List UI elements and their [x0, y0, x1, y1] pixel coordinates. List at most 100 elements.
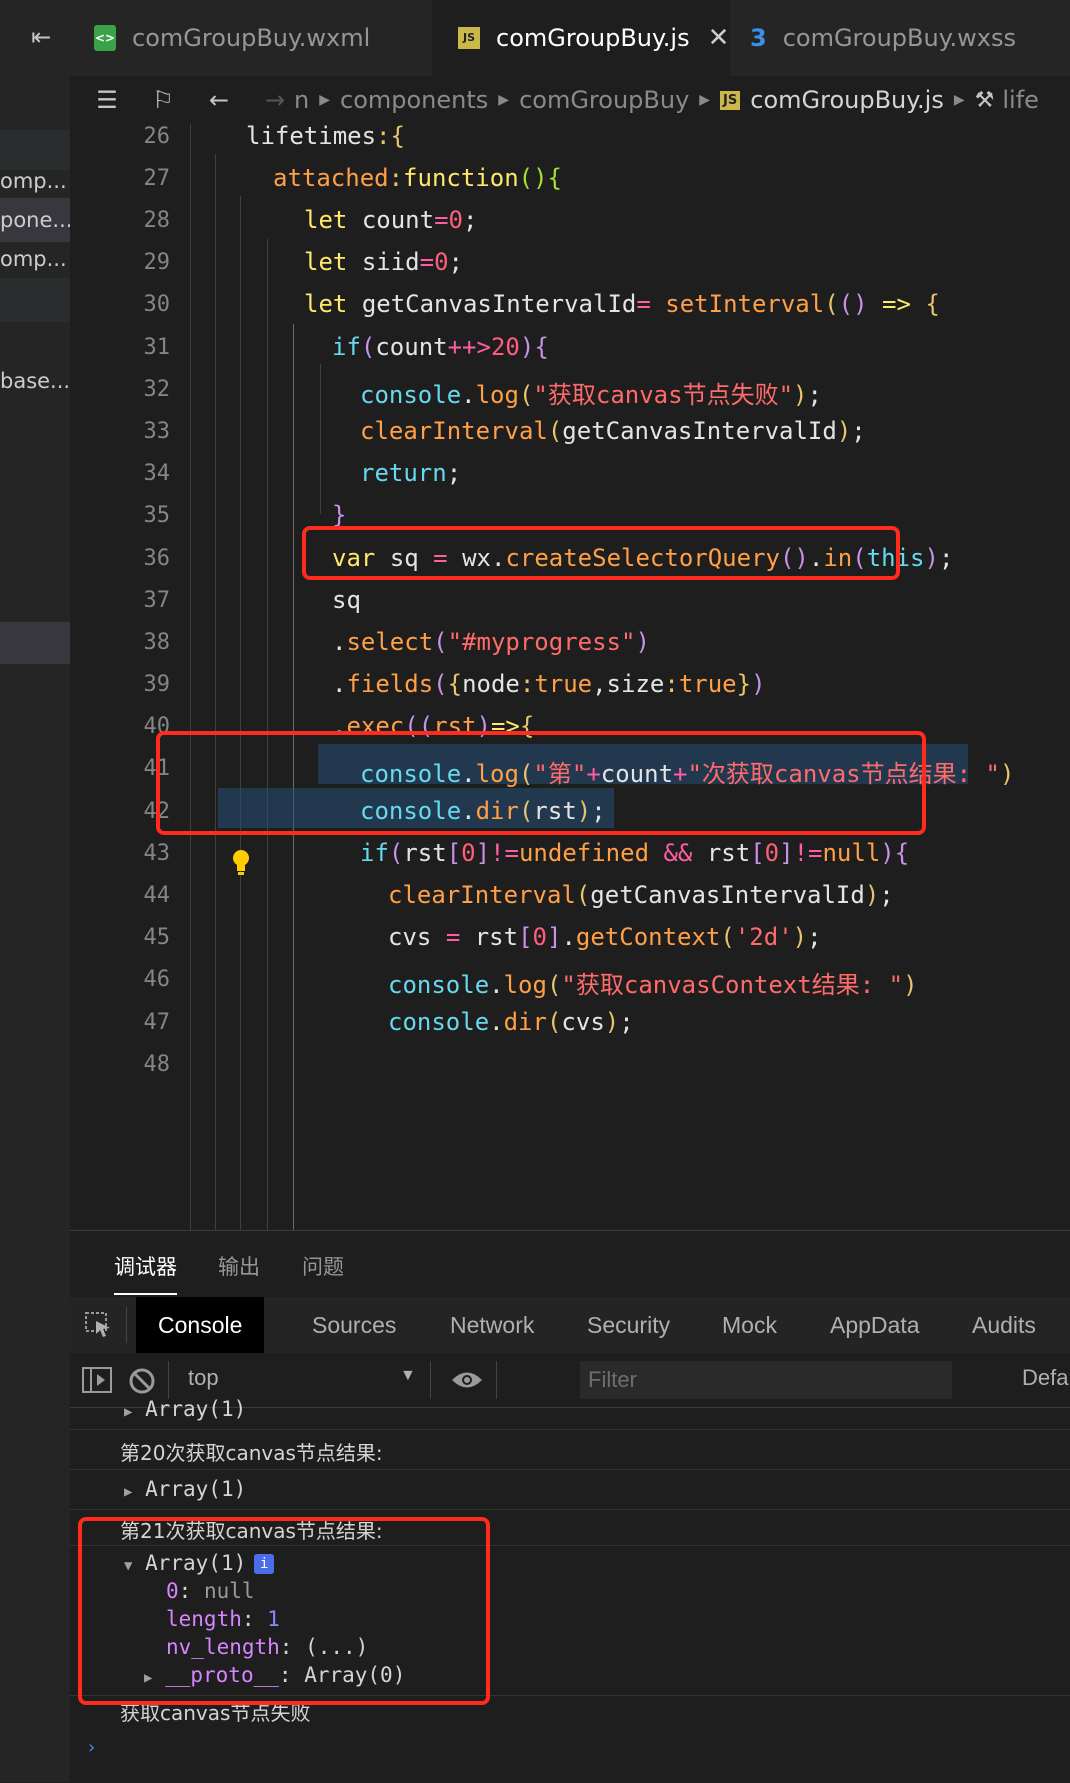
console-prompt-icon[interactable]: › — [86, 1737, 97, 1758]
code-line: if(rst[0]!=undefined && rst[0]!=null){ — [360, 839, 910, 867]
code-line: .select("#myprogress") — [332, 628, 650, 656]
inspect-element-icon[interactable] — [84, 1311, 114, 1339]
close-icon[interactable]: ✕ — [708, 23, 730, 53]
tab-audits[interactable]: Audits — [972, 1297, 1036, 1353]
wxml-file-icon: <> — [94, 25, 116, 51]
breadcrumb-item[interactable]: components — [340, 86, 488, 114]
line-number: 35 — [143, 503, 171, 528]
sidebar-item[interactable]: omp... — [0, 166, 70, 196]
chevron-right-icon: ▶ — [319, 92, 330, 108]
breadcrumb: ☰ ⚐ ← → n ▶ components ▶ comGroupBuy ▶ J… — [70, 76, 1070, 124]
chevron-right-icon[interactable]: ▶ — [124, 1404, 132, 1420]
indent-guide — [190, 124, 191, 1230]
tab-console[interactable]: Console — [136, 1297, 265, 1353]
code-line: let siid=0; — [304, 248, 463, 276]
tab-network[interactable]: Network — [450, 1297, 534, 1353]
chevron-right-icon: ▶ — [699, 92, 711, 108]
line-number: 29 — [143, 250, 171, 275]
code-line: let getCanvasIntervalId= setInterval(() … — [304, 290, 940, 318]
bookmark-icon[interactable]: ⚐ — [144, 86, 182, 114]
line-number: 47 — [143, 1010, 171, 1035]
breadcrumb-prefix: n — [294, 86, 310, 114]
chevron-down-icon[interactable]: ▼ — [400, 1367, 416, 1385]
lightbulb-icon[interactable] — [232, 849, 250, 877]
code-line: cvs = rst[0].getContext('2d'); — [388, 923, 822, 951]
line-number: 28 — [143, 208, 171, 233]
tab-label: comGroupBuy.js — [496, 24, 690, 52]
code-line: clearInterval(getCanvasIntervalId); — [360, 417, 866, 445]
divider — [430, 1361, 431, 1399]
line-number: 48 — [143, 1052, 171, 1077]
forward-arrow-icon[interactable]: → — [256, 86, 294, 114]
line-number: 31 — [143, 335, 171, 360]
clear-console-icon[interactable] — [128, 1367, 156, 1395]
array-summary[interactable]: Array(1) — [145, 1397, 246, 1421]
chevron-right-icon: ▶ — [498, 92, 510, 108]
code-line: sq — [332, 586, 361, 614]
default-levels-dropdown[interactable]: Defa — [1022, 1365, 1068, 1391]
tab-comgroupbuy-js[interactable]: JS comGroupBuy.js ✕ — [432, 0, 730, 76]
line-number: 43 — [143, 841, 171, 866]
tab-problems[interactable]: 问题 — [302, 1251, 344, 1281]
annotation-box — [78, 1517, 490, 1705]
divider — [496, 1361, 497, 1399]
sidebar-item[interactable]: pone... — [0, 205, 70, 235]
line-number: 26 — [143, 124, 171, 149]
tab-comgroupbuy-wxss[interactable]: 3 comGroupBuy.wxss — [750, 0, 1070, 76]
line-number: 38 — [143, 630, 171, 655]
sidebar-selected-bg — [0, 622, 70, 664]
panel-tabs: 调试器 输出 问题 — [70, 1231, 1070, 1297]
tab-mock[interactable]: Mock — [722, 1297, 777, 1353]
code-line: attached:function(){ — [273, 164, 562, 192]
code-line: console.dir(cvs); — [388, 1008, 634, 1036]
line-number: 37 — [143, 588, 171, 613]
tab-label: comGroupBuy.wxml — [132, 24, 371, 52]
sidebar-item[interactable]: omp... — [0, 244, 70, 274]
chevron-right-icon: ▶ — [953, 92, 965, 108]
code-line: let count=0; — [304, 206, 478, 234]
tab-debugger[interactable]: 调试器 — [114, 1251, 177, 1295]
js-file-icon: JS — [458, 27, 480, 49]
code-line: } — [332, 501, 347, 529]
console-message: ▶ Array(1) — [70, 1469, 1070, 1510]
code-line: lifetimes:{ — [246, 124, 405, 150]
breadcrumb-item[interactable]: comGroupBuy — [519, 86, 689, 114]
context-select[interactable]: top — [188, 1365, 219, 1391]
line-number: 36 — [143, 546, 171, 571]
eye-icon[interactable] — [450, 1369, 484, 1391]
debug-panel: 调试器 输出 问题 Console Sources Network Securi… — [70, 1230, 1070, 1783]
collapse-sidebar-icon[interactable]: ⇤ — [24, 20, 58, 54]
sidebar-toggle-icon[interactable] — [82, 1367, 112, 1393]
breadcrumb-item[interactable]: comGroupBuy.js — [750, 86, 944, 114]
line-number: 39 — [143, 672, 171, 697]
console-message: ▶ Array(1) — [70, 1397, 1070, 1430]
tab-label: comGroupBuy.wxss — [782, 24, 1016, 52]
code-editor[interactable]: 26 27 28 29 30 31 32 33 34 35 36 37 38 3… — [70, 124, 1070, 1230]
back-arrow-icon[interactable]: ← — [200, 86, 238, 114]
line-number: 34 — [143, 461, 171, 486]
filter-input[interactable]: Filter — [580, 1361, 952, 1399]
line-number: 33 — [143, 419, 171, 444]
chevron-right-icon[interactable]: ▶ — [124, 1484, 132, 1500]
breadcrumb-item[interactable]: life — [1002, 86, 1039, 114]
code-line: if(count++>20){ — [332, 333, 549, 361]
sidebar-item[interactable]: base... — [0, 366, 70, 396]
tab-security[interactable]: Security — [587, 1297, 670, 1353]
list-icon[interactable]: ☰ — [88, 86, 126, 114]
array-summary[interactable]: Array(1) — [145, 1477, 246, 1501]
code-line: return; — [360, 459, 462, 487]
explorer-sidebar: ⇤ omp... pone... omp... base... — [0, 0, 70, 1782]
sidebar-row-bg — [0, 278, 70, 322]
indent-guide — [240, 196, 241, 1230]
console-message: 第20次获取canvas节点结果: — [70, 1429, 1070, 1470]
tab-comgroupbuy-wxml[interactable]: <> comGroupBuy.wxml — [94, 0, 424, 76]
annotation-box — [302, 526, 900, 580]
tab-appdata[interactable]: AppData — [830, 1297, 920, 1353]
line-number: 46 — [143, 967, 171, 992]
tab-output[interactable]: 输出 — [218, 1251, 260, 1281]
tab-sources[interactable]: Sources — [312, 1297, 396, 1353]
indent-guide — [320, 364, 321, 514]
css-file-icon: 3 — [750, 24, 767, 52]
line-number: 42 — [143, 799, 171, 824]
code-line: clearInterval(getCanvasIntervalId); — [388, 881, 894, 909]
